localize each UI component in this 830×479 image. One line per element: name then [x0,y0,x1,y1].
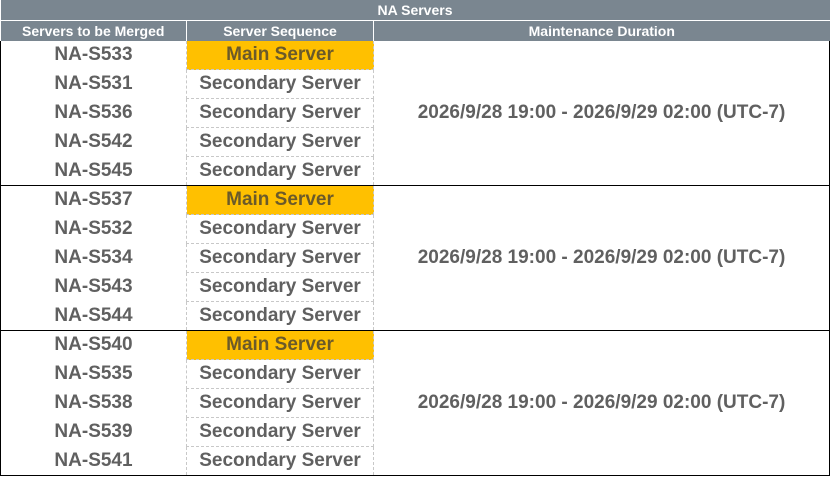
server-name: NA-S533 [0,41,187,70]
server-sequence: Secondary Server [186,127,374,157]
server-sequence: Secondary Server [186,388,374,418]
server-name: NA-S532 [0,214,187,244]
column-header-sequence: Server Sequence [186,20,374,41]
server-sequence: Secondary Server [186,417,374,447]
server-name: NA-S544 [0,301,187,331]
server-sequence: Secondary Server [186,69,374,99]
server-name: NA-S540 [0,330,187,360]
server-name: NA-S542 [0,127,187,157]
server-name: NA-S545 [0,156,187,186]
na-servers-table: NA Servers Servers to be Merged Server S… [0,0,830,476]
server-name: NA-S538 [0,388,187,418]
maintenance-duration: 2026/9/28 19:00 - 2026/9/29 02:00 (UTC-7… [373,41,830,186]
server-sequence: Secondary Server [186,359,374,389]
server-name: NA-S543 [0,272,187,302]
server-sequence: Secondary Server [186,98,374,128]
server-name: NA-S541 [0,446,187,476]
server-sequence: Secondary Server [186,214,374,244]
table-title: NA Servers [0,0,830,21]
server-sequence: Secondary Server [186,301,374,331]
server-name: NA-S537 [0,185,187,215]
server-sequence-main: Main Server [186,41,374,70]
title-row: NA Servers [0,0,830,21]
server-sequence: Secondary Server [186,156,374,186]
server-name: NA-S534 [0,243,187,273]
server-sequence: Secondary Server [186,446,374,476]
header-row: Servers to be Merged Server Sequence Mai… [0,20,830,41]
server-sequence: Secondary Server [186,243,374,273]
column-header-servers: Servers to be Merged [0,20,187,41]
server-sequence-main: Main Server [186,330,374,360]
server-sequence-main: Main Server [186,185,374,215]
server-name: NA-S539 [0,417,187,447]
server-name: NA-S531 [0,69,187,99]
maintenance-duration: 2026/9/28 19:00 - 2026/9/29 02:00 (UTC-7… [373,330,830,476]
server-sequence: Secondary Server [186,272,374,302]
table-row: NA-S537 Main Server 2026/9/28 19:00 - 20… [0,185,830,331]
column-header-duration: Maintenance Duration [373,20,830,41]
server-name: NA-S535 [0,359,187,389]
table-row: NA-S540 Main Server 2026/9/28 19:00 - 20… [0,330,830,476]
server-name: NA-S536 [0,98,187,128]
table-row: NA-S533 Main Server 2026/9/28 19:00 - 20… [0,41,830,186]
maintenance-duration: 2026/9/28 19:00 - 2026/9/29 02:00 (UTC-7… [373,185,830,331]
